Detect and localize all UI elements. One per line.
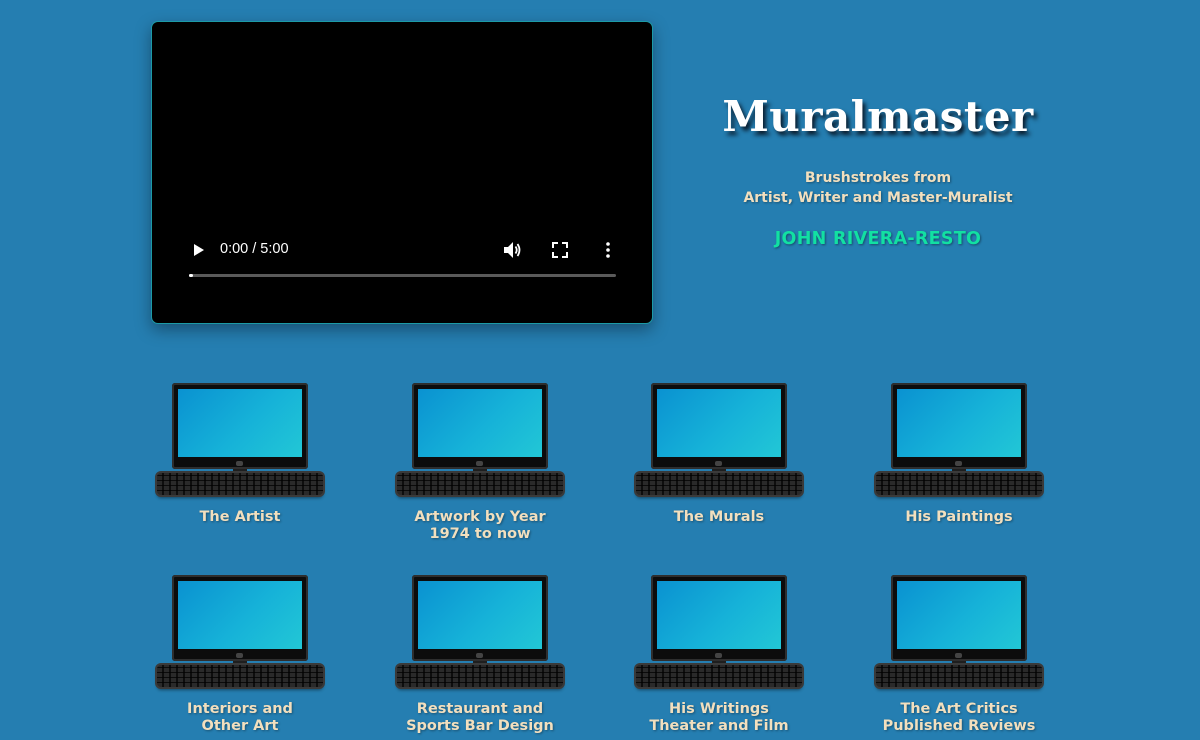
monitor-screen — [418, 389, 542, 457]
volume-icon[interactable] — [502, 241, 522, 259]
tile-label[interactable]: The Murals — [624, 509, 814, 526]
computer-icon[interactable] — [155, 383, 325, 501]
computer-icon[interactable] — [874, 383, 1044, 501]
tile-label[interactable]: His Writings Theater and Film — [624, 701, 814, 735]
keyboard-icon — [876, 473, 1042, 495]
monitor-screen — [418, 581, 542, 649]
tile-label[interactable]: Interiors and Other Art — [145, 701, 335, 735]
tagline-line2: Artist, Writer and Master-Muralist — [743, 190, 1013, 206]
computer-icon[interactable] — [634, 383, 804, 501]
monitor-screen — [897, 389, 1021, 457]
artist-name: JOHN RIVERA-RESTO — [774, 229, 982, 249]
monitor-screen — [178, 389, 302, 457]
monitor-icon — [651, 575, 787, 661]
monitor-icon — [412, 383, 548, 469]
power-led — [715, 461, 722, 466]
monitor-icon — [891, 575, 1027, 661]
tile-label-line2: Theater and Film — [649, 718, 789, 734]
video-controls: 0:00 / 5:00 — [152, 236, 652, 264]
nav-tile-8[interactable]: The Art Critics Published Reviews — [864, 575, 1054, 735]
video-player[interactable]: 0:00 / 5:00 — [151, 21, 653, 324]
tile-label[interactable]: His Paintings — [864, 509, 1054, 526]
keyboard-icon — [157, 473, 323, 495]
power-led — [955, 653, 962, 658]
keyboard-icon — [636, 473, 802, 495]
tile-label-line1: The Art Critics — [900, 701, 1018, 717]
tile-label[interactable]: The Art Critics Published Reviews — [864, 701, 1054, 735]
power-led — [236, 461, 243, 466]
monitor-icon — [172, 575, 308, 661]
power-led — [476, 461, 483, 466]
tile-label-line1: His Paintings — [905, 509, 1013, 525]
computer-icon[interactable] — [395, 575, 565, 693]
play-icon[interactable] — [190, 242, 206, 258]
monitor-screen — [897, 581, 1021, 649]
tile-label-line2: Published Reviews — [882, 718, 1036, 734]
keyboard-icon — [157, 665, 323, 687]
time-display: 0:00 / 5:00 — [220, 241, 289, 257]
tagline: Brushstrokes from Artist, Writer and Mas… — [700, 168, 1056, 208]
monitor-screen — [178, 581, 302, 649]
monitor-screen — [657, 389, 781, 457]
monitor-icon — [651, 383, 787, 469]
keyboard-icon — [397, 665, 563, 687]
power-led — [955, 461, 962, 466]
tile-label-line1: Restaurant and — [416, 701, 544, 717]
monitor-icon — [412, 575, 548, 661]
fullscreen-icon[interactable] — [552, 242, 568, 258]
tile-label-line2: 1974 to now — [429, 526, 531, 542]
nav-tile-5[interactable]: Interiors and Other Art — [145, 575, 335, 735]
tile-label-line1: His Writings — [669, 701, 769, 717]
nav-tile-7[interactable]: His Writings Theater and Film — [624, 575, 814, 735]
nav-tile-4[interactable]: His Paintings — [864, 383, 1054, 526]
computer-icon[interactable] — [634, 575, 804, 693]
tile-label[interactable]: Restaurant and Sports Bar Design — [385, 701, 575, 735]
video-progress-fill — [189, 274, 194, 277]
tile-label-line1: Artwork by Year — [414, 509, 546, 525]
monitor-screen — [657, 581, 781, 649]
keyboard-icon — [876, 665, 1042, 687]
computer-icon[interactable] — [395, 383, 565, 501]
power-led — [715, 653, 722, 658]
monitor-icon — [891, 383, 1027, 469]
nav-tile-3[interactable]: The Murals — [624, 383, 814, 526]
computer-icon[interactable] — [874, 575, 1044, 693]
monitor-icon — [172, 383, 308, 469]
tile-label-line2: Other Art — [201, 718, 279, 734]
more-vert-icon[interactable] — [603, 241, 613, 259]
keyboard-icon — [636, 665, 802, 687]
tile-label-line1: Interiors and — [187, 701, 293, 717]
nav-tile-6[interactable]: Restaurant and Sports Bar Design — [385, 575, 575, 735]
power-led — [476, 653, 483, 658]
nav-tile-2[interactable]: Artwork by Year 1974 to now — [385, 383, 575, 543]
video-progress-bar[interactable] — [189, 274, 616, 277]
tile-label-line2: Sports Bar Design — [406, 718, 554, 734]
site-title: Muralmaster — [722, 92, 1034, 141]
nav-tile-1[interactable]: The Artist — [145, 383, 335, 526]
tile-label-line1: The Murals — [673, 509, 765, 525]
power-led — [236, 653, 243, 658]
keyboard-icon — [397, 473, 563, 495]
tile-label[interactable]: The Artist — [145, 509, 335, 526]
tile-label-line1: The Artist — [199, 509, 281, 525]
tagline-line1: Brushstrokes from — [804, 170, 952, 186]
computer-icon[interactable] — [155, 575, 325, 693]
tile-label[interactable]: Artwork by Year 1974 to now — [385, 509, 575, 543]
